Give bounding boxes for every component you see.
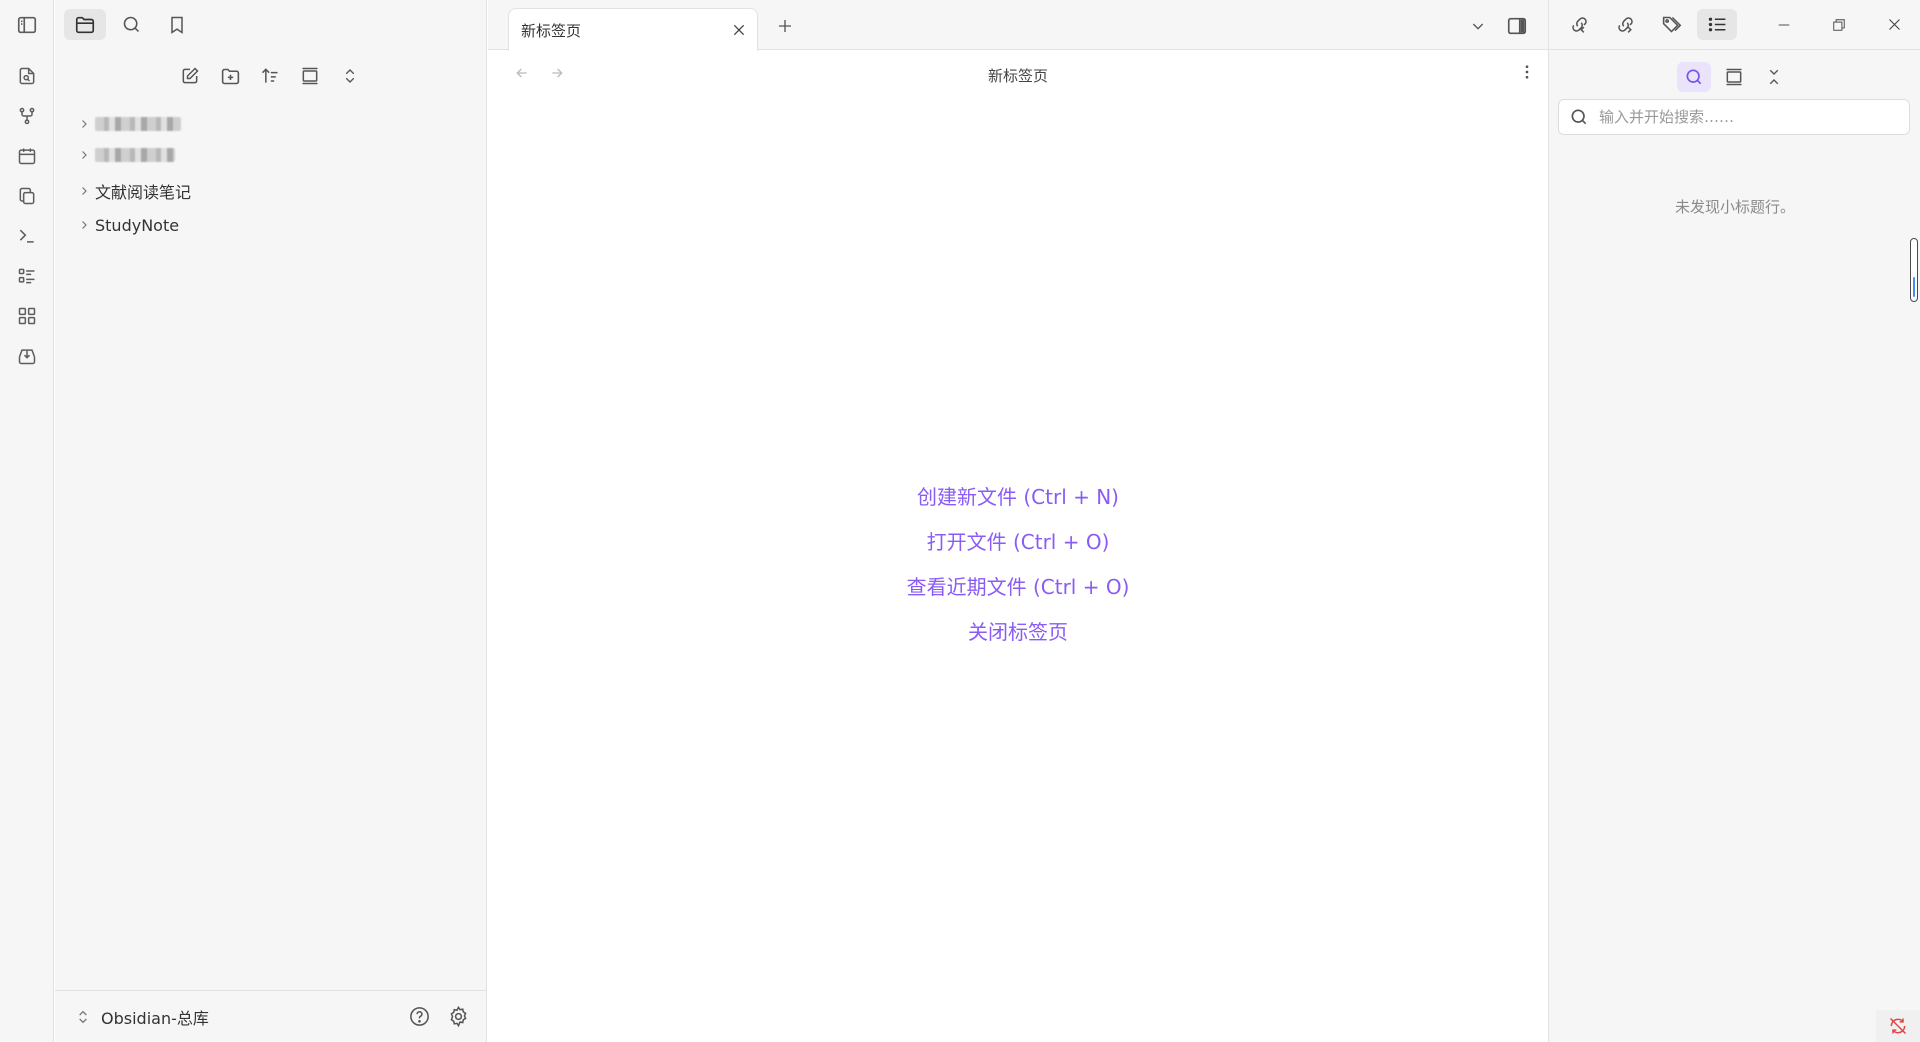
- sort-order-icon[interactable]: [256, 62, 284, 90]
- scrollbar-thumb[interactable]: [1910, 238, 1918, 302]
- chevron-right-icon: [73, 149, 95, 161]
- tree-item-label: StudyNote: [95, 215, 180, 235]
- chevron-right-icon: [73, 185, 95, 197]
- left-sidebar: 文献阅读笔记 StudyNote Obsidian-总库: [55, 0, 487, 1042]
- chevron-right-icon: [73, 118, 95, 130]
- outgoing-links-icon: [1615, 14, 1636, 35]
- right-sidebar-header: [1549, 0, 1920, 50]
- import-icon[interactable]: [14, 343, 40, 369]
- vault-name: Obsidian-总库: [101, 1008, 209, 1028]
- vault-switcher[interactable]: Obsidian-总库: [55, 990, 487, 1042]
- tab-new-tab[interactable]: 新标签页: [508, 8, 758, 51]
- toggle-left-sidebar-icon[interactable]: [14, 12, 40, 38]
- search-tab[interactable]: [110, 9, 152, 40]
- settings-gear-icon[interactable]: [447, 1005, 470, 1028]
- outline-tab[interactable]: [1697, 9, 1737, 40]
- view-header-title: 新标签页: [987, 67, 1048, 85]
- auto-reveal-icon: [1724, 67, 1744, 87]
- graph-view-icon[interactable]: [14, 103, 40, 129]
- outline-search-box[interactable]: [1558, 99, 1910, 135]
- tree-folder[interactable]: StudyNote: [73, 211, 179, 239]
- close-icon: [1887, 17, 1902, 32]
- outgoing-links-tab[interactable]: [1605, 9, 1645, 40]
- backlinks-tab[interactable]: [1559, 9, 1599, 40]
- editor-view: 新标签页 创建新文件 (Ctrl + N) 打开文件 (Ctrl + O) 查看…: [488, 51, 1548, 1042]
- outline-search-input[interactable]: [1599, 108, 1899, 126]
- open-file-link[interactable]: 打开文件 (Ctrl + O): [927, 520, 1110, 565]
- tree-item-label: 文献阅读笔记: [95, 183, 192, 202]
- sync-status-icon[interactable]: [1876, 1010, 1920, 1042]
- layout-grid-icon[interactable]: [14, 303, 40, 329]
- checklist-icon[interactable]: [14, 263, 40, 289]
- outline-list-icon: [1707, 14, 1728, 35]
- close-tab-link[interactable]: 关闭标签页: [968, 610, 1068, 655]
- redacted-label: [95, 148, 175, 162]
- outline-empty-message: 未发现小标题行。: [1674, 198, 1795, 216]
- bookmarks-tab[interactable]: [156, 9, 198, 40]
- terminal-icon[interactable]: [14, 223, 40, 249]
- close-icon[interactable]: [731, 22, 747, 38]
- empty-state-actions: 创建新文件 (Ctrl + N) 打开文件 (Ctrl + O) 查看近期文件 …: [488, 475, 1548, 655]
- search-icon: [1684, 67, 1704, 87]
- outline-search-toggle[interactable]: [1677, 62, 1711, 92]
- tree-folder[interactable]: [73, 141, 175, 169]
- redacted-label: [95, 117, 181, 131]
- restore-window-button[interactable]: [1819, 9, 1859, 40]
- quick-switcher-icon[interactable]: [14, 63, 40, 89]
- calendar-icon[interactable]: [14, 143, 40, 169]
- outline-collapse-all[interactable]: [1757, 62, 1791, 92]
- outline-auto-expand-toggle[interactable]: [1717, 62, 1751, 92]
- restore-icon: [1832, 18, 1846, 32]
- chevron-up-down-icon: [75, 1009, 91, 1025]
- close-window-button[interactable]: [1874, 9, 1914, 40]
- right-sidebar: 未发现小标题行。: [1548, 0, 1920, 1042]
- create-new-file-link[interactable]: 创建新文件 (Ctrl + N): [917, 475, 1119, 520]
- expand-collapse-icon[interactable]: [336, 62, 364, 90]
- minimize-window-button[interactable]: [1764, 9, 1804, 40]
- search-icon: [1569, 107, 1589, 127]
- bookmark-icon: [167, 15, 187, 35]
- ribbon: [0, 0, 54, 1042]
- copy-icon[interactable]: [14, 183, 40, 209]
- tree-folder[interactable]: [73, 110, 181, 138]
- chevron-right-icon: [73, 219, 95, 231]
- new-note-icon[interactable]: [176, 62, 204, 90]
- tab-list-chevron-down-icon[interactable]: [1464, 12, 1492, 40]
- toggle-right-sidebar-icon[interactable]: [1502, 11, 1532, 41]
- collapse-chevrons-icon: [1765, 68, 1783, 86]
- tab-title: 新标签页: [521, 21, 582, 40]
- more-options-icon[interactable]: [1515, 59, 1539, 85]
- recent-files-link[interactable]: 查看近期文件 (Ctrl + O): [907, 565, 1130, 610]
- backlinks-icon: [1569, 14, 1590, 35]
- tab-bar: 新标签页: [488, 0, 1548, 51]
- new-tab-plus-icon[interactable]: [771, 12, 799, 40]
- tags-tab[interactable]: [1651, 9, 1691, 40]
- minimize-icon: [1777, 18, 1791, 32]
- auto-reveal-icon[interactable]: [296, 62, 324, 90]
- tags-icon: [1661, 14, 1682, 35]
- file-explorer-tab[interactable]: [64, 9, 106, 40]
- help-icon[interactable]: [408, 1005, 431, 1028]
- new-folder-icon[interactable]: [216, 62, 244, 90]
- folder-icon: [74, 14, 96, 36]
- tree-folder[interactable]: 文献阅读笔记: [73, 177, 191, 205]
- search-icon: [121, 14, 142, 35]
